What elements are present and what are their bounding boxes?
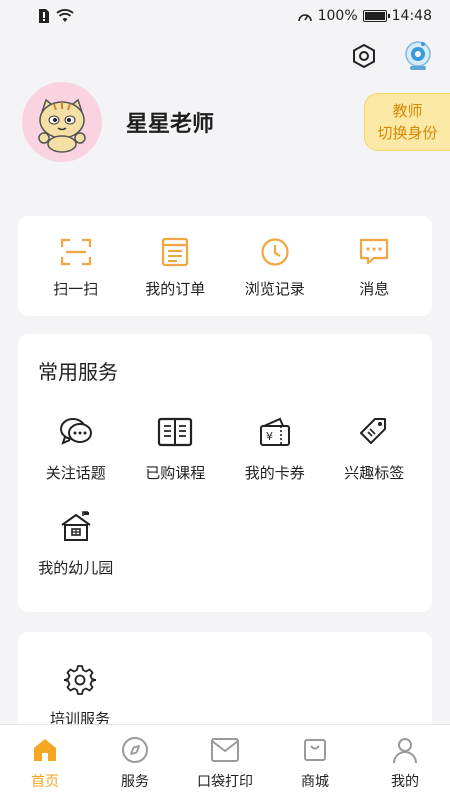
- tag-icon: [354, 412, 394, 452]
- tab-home[interactable]: 首页: [5, 735, 85, 791]
- webcam-icon: [405, 41, 431, 70]
- common-services-card: 常用服务 关注话题 已购课程 ¥ 我的卡券 兴趣标签 我的幼儿园: [18, 334, 432, 612]
- services-grid: 关注话题 已购课程 ¥ 我的卡券 兴趣标签 我的幼儿园: [26, 412, 424, 578]
- quick-actions-card: 扫一扫 我的订单 浏览记录 消息: [18, 216, 432, 316]
- service-item-label: 关注话题: [45, 464, 106, 482]
- battery-percent: 100%: [317, 8, 358, 24]
- service-item-topics[interactable]: 关注话题: [26, 412, 126, 483]
- bottom-tab-bar: 首页 服务 口袋打印 商城 我的: [0, 724, 450, 800]
- service-item-coupons[interactable]: ¥ 我的卡券: [225, 412, 325, 483]
- tab-mine[interactable]: 我的: [365, 735, 445, 791]
- section-title: 常用服务: [38, 360, 118, 384]
- scan-icon: [58, 234, 94, 270]
- status-right: 100% 14:48: [297, 8, 432, 24]
- service-item-kindergarten[interactable]: 我的幼儿园: [26, 507, 126, 578]
- coupon-icon: ¥: [255, 412, 295, 452]
- profile-header: 星星老师: [22, 82, 214, 162]
- clock-icon: [257, 234, 293, 270]
- quick-item-label: 浏览记录: [244, 279, 305, 298]
- tab-services[interactable]: 服务: [95, 735, 175, 791]
- quick-item-label: 我的订单: [145, 279, 206, 298]
- clock-time: 14:48: [391, 8, 432, 24]
- envelope-icon: [210, 735, 240, 765]
- battery-icon: [362, 10, 390, 22]
- quick-item-messages[interactable]: 消息: [329, 234, 419, 299]
- top-actions: [348, 40, 434, 72]
- svg-text:¥: ¥: [266, 430, 273, 443]
- quick-item-label: 消息: [359, 279, 390, 298]
- service-item-label: 我的卡券: [244, 464, 305, 482]
- quick-item-orders[interactable]: 我的订单: [130, 234, 220, 299]
- book-icon: [155, 412, 195, 452]
- tab-label: 服务: [121, 773, 149, 790]
- tab-label: 我的: [391, 773, 419, 790]
- tab-label: 首页: [31, 773, 59, 790]
- tab-label: 口袋打印: [197, 773, 253, 790]
- tab-label: 商城: [301, 773, 329, 790]
- compass-icon: [120, 735, 150, 765]
- camera-button[interactable]: [402, 40, 434, 72]
- status-bar: 100% 14:48: [0, 0, 450, 32]
- user-icon: [390, 735, 420, 765]
- service-item-label: 兴趣标签: [344, 464, 405, 482]
- role-current-label: 教师: [392, 102, 423, 120]
- tab-pocket-print[interactable]: 口袋打印: [185, 735, 265, 791]
- settings-hexagon-icon: [353, 43, 375, 69]
- role-switch-button[interactable]: 教师 切换身份: [364, 93, 450, 151]
- quick-item-history[interactable]: 浏览记录: [230, 234, 320, 299]
- wifi-icon: [56, 9, 74, 22]
- role-switch-label: 切换身份: [377, 124, 438, 142]
- avatar[interactable]: [22, 82, 102, 162]
- status-left: [38, 9, 74, 23]
- service-item-tags[interactable]: 兴趣标签: [325, 412, 425, 483]
- tab-mall[interactable]: 商城: [275, 735, 355, 791]
- kindergarten-icon: [56, 507, 96, 547]
- home-icon: [30, 735, 60, 765]
- battery-fill: [364, 12, 385, 20]
- profile-name: 星星老师: [126, 112, 215, 137]
- quick-item-scan[interactable]: 扫一扫: [31, 234, 121, 299]
- sim-alert-icon: [39, 9, 49, 23]
- chat-bubbles-icon: [56, 412, 96, 452]
- quick-item-label: 扫一扫: [53, 279, 99, 298]
- order-icon: [157, 234, 193, 270]
- shop-bag-icon: [300, 735, 330, 765]
- service-item-label: 我的幼儿园: [38, 559, 114, 577]
- service-item-label: 已购课程: [145, 464, 206, 482]
- gear-icon: [60, 660, 100, 700]
- settings-button[interactable]: [348, 40, 380, 72]
- service-item-courses[interactable]: 已购课程: [126, 412, 226, 483]
- cartoon-cat-avatar-icon: [38, 98, 86, 153]
- message-icon: [356, 234, 392, 270]
- training-service-item[interactable]: 培训服务: [42, 660, 118, 729]
- speedometer-icon: [297, 14, 312, 22]
